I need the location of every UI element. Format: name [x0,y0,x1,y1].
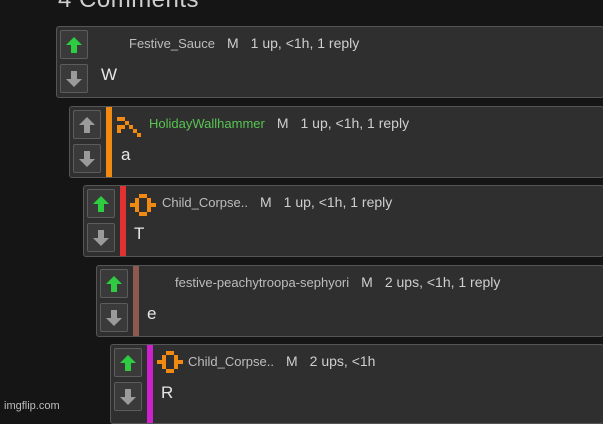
upvote-button[interactable] [73,110,101,139]
thread-bar [147,345,153,423]
comment-stats: 1 up, <1h, 1 reply [300,115,410,131]
thread-bar [106,107,112,177]
username-link[interactable]: HolidayWallhammer [149,116,265,131]
down-arrow-icon [120,388,136,405]
comment-2: HolidayWallhammer M 1 up, <1h, 1 reply a [69,106,603,178]
down-arrow-icon [79,150,95,167]
upvote-button[interactable] [100,269,128,298]
vote-column [70,107,104,177]
username-link[interactable]: Child_Corpse.. [188,354,274,369]
comment-meta: festive-peachytroopa-sephyori M 2 ups, <… [175,274,500,290]
username-link[interactable]: Child_Corpse.. [162,195,248,210]
up-arrow-icon [106,275,122,292]
thread-bar [133,266,139,336]
flag-badge: M [286,353,298,369]
upvote-button[interactable] [87,189,115,218]
pixel-avatar-icon [157,351,183,373]
comment-text: a [121,145,131,164]
vote-column [84,186,118,256]
comment-3: Child_Corpse.. M 1 up, <1h, 1 reply T [83,185,603,257]
downvote-button[interactable] [87,223,115,252]
comment-stats: 1 up, <1h, 1 reply [250,35,360,51]
down-arrow-icon [66,70,82,87]
username-link[interactable]: festive-peachytroopa-sephyori [175,275,349,290]
flag-badge: M [227,35,239,51]
watermark: imgflip.com [4,400,60,412]
username-link[interactable]: Festive_Sauce [129,36,215,51]
downvote-button[interactable] [114,382,142,411]
comment-meta: Festive_Sauce M 1 up, <1h, 1 reply [129,35,359,51]
flag-badge: M [260,194,272,210]
downvote-button[interactable] [60,64,88,93]
comment-text: R [161,383,174,402]
comments-header: 4 Comments [58,0,199,14]
down-arrow-icon [93,229,109,246]
vote-column [57,27,91,97]
comment-meta: Child_Corpse.. M 2 ups, <1h [188,353,375,369]
comment-1: Festive_Sauce M 1 up, <1h, 1 reply W [56,26,603,98]
comment-text: e [147,304,157,323]
up-arrow-icon [93,195,109,212]
downvote-button[interactable] [100,303,128,332]
vote-column [111,345,145,415]
upvote-button[interactable] [60,30,88,59]
comment-stats: 2 ups, <1h, 1 reply [384,274,501,290]
pixel-avatar-icon [130,194,156,216]
thread-bar [120,186,126,256]
flag-badge: M [361,274,373,290]
pixel-avatar-icon [117,117,141,137]
comment-5: Child_Corpse.. M 2 ups, <1h R [110,344,603,424]
comment-4: festive-peachytroopa-sephyori M 2 ups, <… [96,265,603,337]
upvote-button[interactable] [114,348,142,377]
comment-text: W [101,65,118,84]
flag-badge: M [276,115,289,131]
vote-column [97,266,131,336]
comment-meta: HolidayWallhammer M 1 up, <1h, 1 reply [149,115,409,131]
comment-stats: 1 up, <1h, 1 reply [283,194,393,210]
comment-text: T [134,224,145,243]
comment-stats: 2 ups, <1h [309,353,376,369]
down-arrow-icon [106,309,122,326]
downvote-button[interactable] [73,144,101,173]
up-arrow-icon [66,36,82,53]
up-arrow-icon [79,116,95,133]
comment-meta: Child_Corpse.. M 1 up, <1h, 1 reply [162,194,392,210]
up-arrow-icon [120,354,136,371]
